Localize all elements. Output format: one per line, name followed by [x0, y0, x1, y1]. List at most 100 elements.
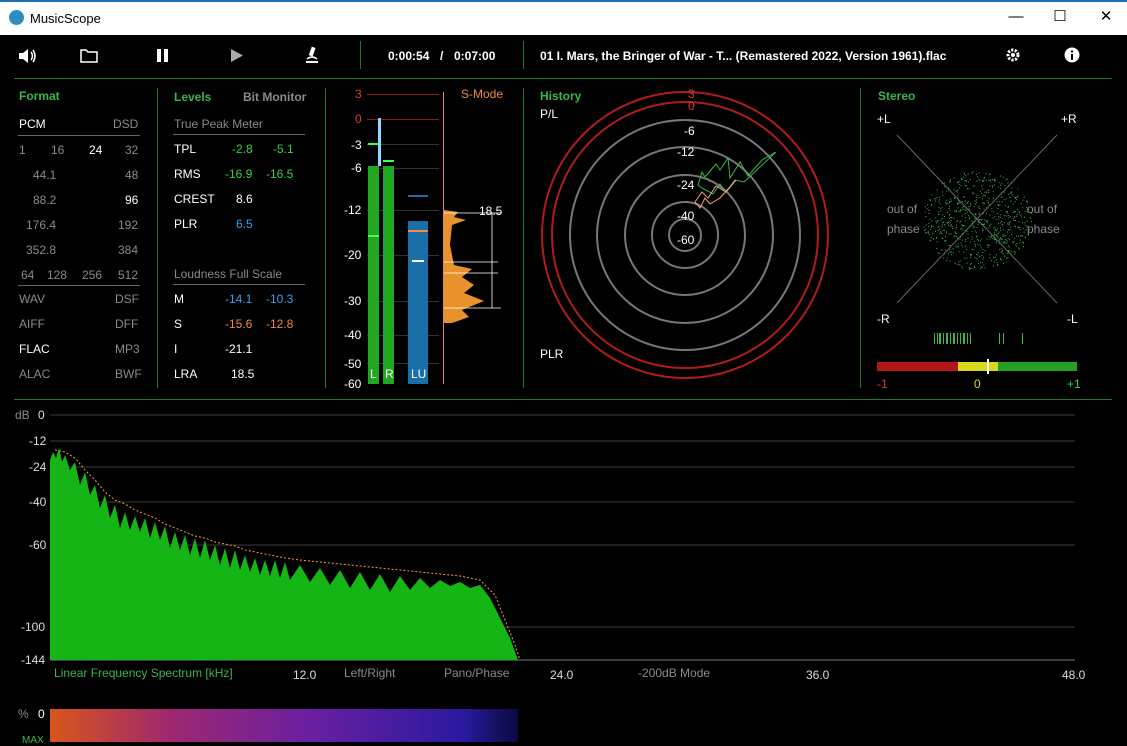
scatter-point — [1010, 226, 1012, 228]
out-of-phase-right-1: out of — [1027, 202, 1058, 216]
db-mode-tab[interactable]: -200dB Mode — [638, 666, 710, 680]
scatter-point — [959, 202, 961, 204]
scatter-point — [980, 266, 982, 268]
minimize-button[interactable]: — — [1002, 6, 1030, 28]
scatter-point — [1007, 215, 1009, 217]
play-icon[interactable] — [230, 48, 244, 63]
scatter-point — [1020, 214, 1022, 216]
scatter-point — [1005, 242, 1007, 244]
scatter-point — [958, 180, 960, 182]
correlation-neutral — [958, 362, 998, 371]
scatter-point — [966, 249, 968, 251]
scatter-point — [965, 207, 967, 209]
scale-m3: -3 — [351, 138, 362, 152]
scatter-point — [981, 219, 983, 221]
scatter-point — [1001, 238, 1003, 240]
scatter-point — [936, 196, 938, 198]
scatter-point — [948, 245, 950, 247]
scatter-point — [1015, 220, 1017, 222]
scatter-point — [999, 227, 1001, 229]
folder-icon[interactable] — [80, 48, 98, 63]
m-left: -14.1 — [225, 292, 253, 306]
scatter-point — [1021, 235, 1023, 237]
scatter-point — [999, 204, 1001, 206]
left-right-tab[interactable]: Left/Right — [344, 666, 395, 680]
info-icon[interactable] — [1064, 47, 1080, 63]
spectrogram-max: MAX — [22, 735, 44, 746]
scatter-point — [960, 220, 962, 222]
scatter-point — [976, 226, 978, 228]
scatter-point — [942, 214, 944, 216]
scatter-point — [1006, 257, 1008, 259]
scatter-point — [955, 246, 957, 248]
scatter-point — [936, 222, 938, 224]
scatter-point — [960, 242, 962, 244]
levels-title[interactable]: Levels — [174, 90, 211, 104]
scatter-point — [967, 173, 969, 175]
scatter-point — [987, 202, 989, 204]
scatter-point — [989, 254, 991, 256]
scatter-point — [984, 267, 986, 269]
scatter-point — [949, 218, 951, 220]
scatter-point — [961, 207, 963, 209]
scatter-point — [949, 201, 951, 203]
scatter-point — [994, 234, 996, 236]
format-separator-2 — [18, 285, 140, 286]
scatter-point — [1019, 242, 1021, 244]
plr-value: 6.5 — [236, 217, 253, 231]
scatter-point — [970, 262, 972, 264]
scatter-point — [991, 207, 993, 209]
out-of-phase-right-2: phase — [1027, 222, 1060, 236]
scatter-point — [948, 220, 950, 222]
gear-icon[interactable] — [1005, 47, 1021, 63]
scatter-point — [934, 230, 936, 232]
scatter-point — [974, 203, 976, 205]
bit-monitor-tab[interactable]: Bit Monitor — [243, 90, 306, 104]
scatter-point — [1007, 245, 1009, 247]
scatter-point — [945, 232, 947, 234]
scatter-point — [952, 252, 954, 254]
scatter-point — [942, 224, 944, 226]
scatter-point — [1008, 185, 1010, 187]
spectrum-mode-label[interactable]: Linear Frequency Spectrum [kHz] — [54, 666, 233, 680]
scatter-point — [977, 176, 979, 178]
scatter-point — [950, 179, 952, 181]
scatter-point — [962, 209, 964, 211]
scatter-point — [994, 256, 996, 258]
scatter-point — [1022, 246, 1024, 248]
scatter-point — [1001, 196, 1003, 198]
scatter-point — [983, 180, 985, 182]
meter-bar-right — [383, 166, 394, 384]
stereo-panel: Stereo +L +R -R -L out of phase out of p… — [865, 80, 1105, 391]
scatter-point — [984, 176, 986, 178]
scatter-point — [978, 222, 980, 224]
scatter-point — [1007, 223, 1009, 225]
scatter-point — [938, 207, 940, 209]
scatter-point — [957, 197, 959, 199]
scatter-point — [1008, 222, 1010, 224]
microscope-icon[interactable] — [304, 46, 320, 64]
scale-m30: -30 — [344, 294, 362, 308]
m-label: M — [174, 292, 184, 306]
scatter-point — [990, 179, 992, 181]
scatter-point — [943, 216, 945, 218]
pano-phase-tab[interactable]: Pano/Phase — [444, 666, 509, 680]
rate-44: 44.1 — [33, 168, 57, 182]
scatter-point — [974, 243, 976, 245]
scatter-point — [964, 245, 966, 247]
scatter-point — [1010, 200, 1012, 202]
toolbar-divider-1 — [360, 41, 361, 69]
scatter-point — [985, 179, 987, 181]
close-button[interactable]: ✕ — [1092, 6, 1120, 28]
scatter-point — [965, 185, 967, 187]
pause-icon[interactable] — [156, 48, 170, 63]
scatter-point — [1015, 235, 1017, 237]
meter-tp-right — [383, 160, 394, 162]
correlation-negative — [877, 362, 958, 371]
maximize-button[interactable]: ☐ — [1046, 6, 1074, 28]
volume-icon[interactable] — [18, 48, 38, 64]
scatter-point — [957, 203, 959, 205]
ring-m60: -60 — [677, 233, 695, 247]
scatter-point — [955, 227, 957, 229]
scatter-point — [973, 185, 975, 187]
